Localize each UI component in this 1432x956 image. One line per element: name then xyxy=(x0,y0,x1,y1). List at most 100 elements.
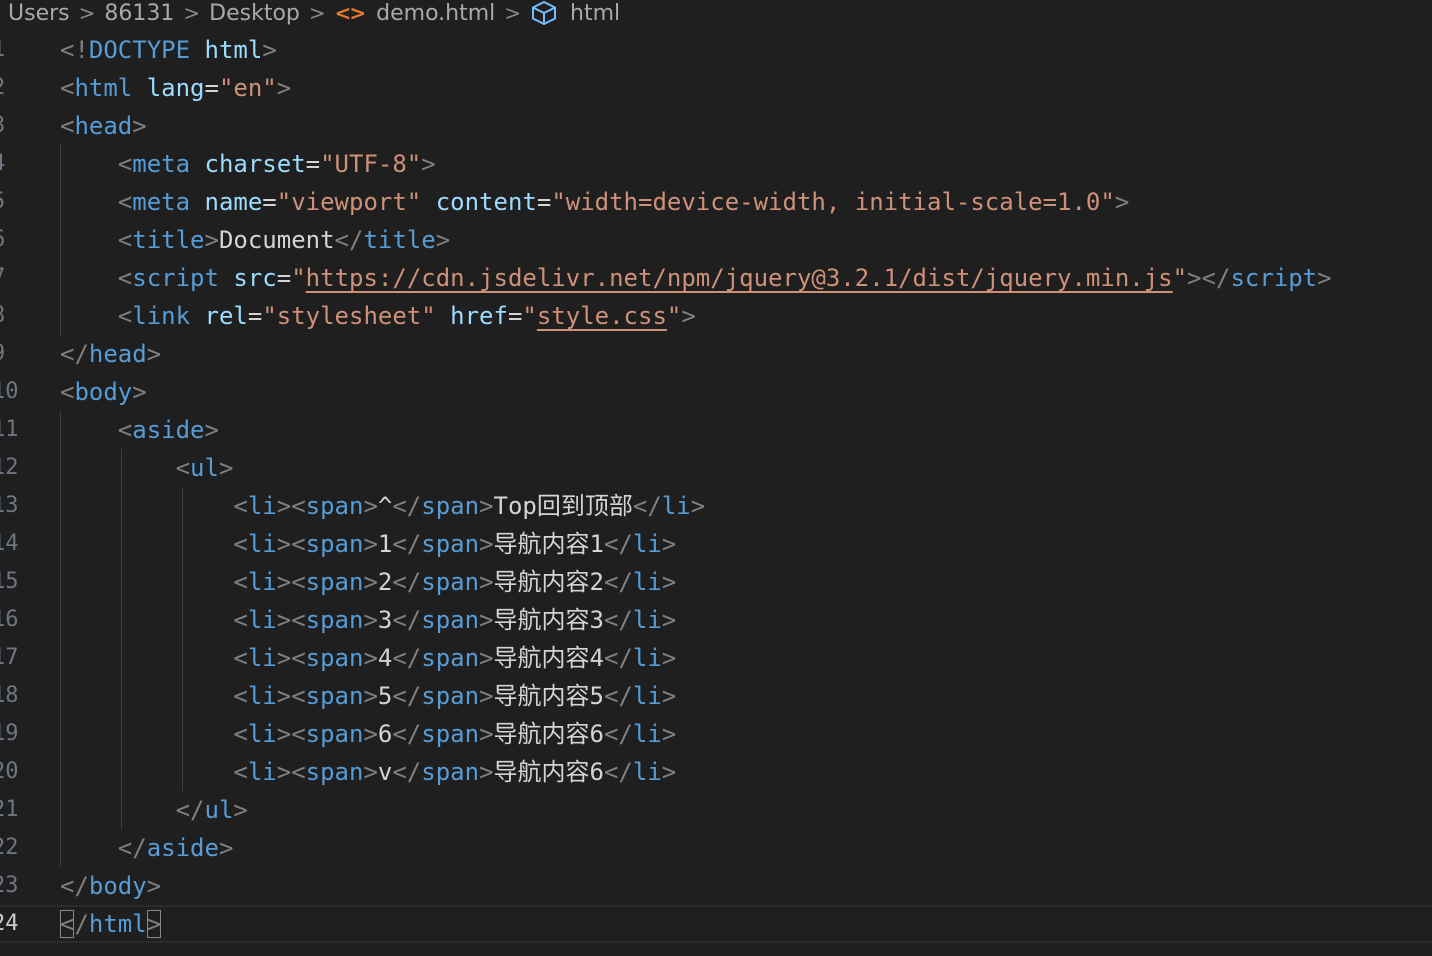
equals-token: = xyxy=(276,264,292,292)
string-token: "width=device-width, initial-scale=1.0" xyxy=(551,188,1115,216)
line-number: 5 xyxy=(0,183,12,221)
string-token: "stylesheet" xyxy=(262,302,436,330)
tag-name-token: li xyxy=(247,492,277,520)
text-token: 导航内容3 xyxy=(493,606,604,634)
punctuation-token: > xyxy=(479,530,494,558)
attribute-token: html xyxy=(204,36,263,64)
tag-name-token: span xyxy=(305,682,364,710)
code-line[interactable]: 10 <body> xyxy=(0,373,1432,411)
breadcrumb-label: 86131 xyxy=(104,0,175,26)
code-line[interactable]: 12 <ul> xyxy=(0,449,1432,487)
code-line[interactable]: 6 <title>Document</title> xyxy=(0,221,1432,259)
tag-name-token: ul xyxy=(204,796,234,824)
equals-token: = xyxy=(204,74,219,102)
text-token: v xyxy=(377,758,393,786)
punctuation-token: > xyxy=(1317,264,1332,292)
code-line[interactable]: 1 <!DOCTYPE html> xyxy=(0,31,1432,69)
line-number: 9 xyxy=(0,335,12,373)
code-content: <link rel="stylesheet" href="style.css"> xyxy=(60,297,696,335)
text-token: 导航内容2 xyxy=(493,568,604,596)
matched-bracket: < xyxy=(60,910,75,938)
breadcrumb-label: demo.html xyxy=(376,0,496,26)
punctuation-token: > xyxy=(262,36,277,64)
code-line[interactable]: 3 <head> xyxy=(0,107,1432,145)
line-number: 15 xyxy=(0,569,19,594)
punctuation-token: < xyxy=(233,568,248,596)
breadcrumb-users[interactable]: Users xyxy=(8,1,70,26)
line-number: 23 xyxy=(0,873,19,898)
code-line[interactable]: 13 <li><span>^</span>Top回到顶部</li> xyxy=(0,487,1432,525)
code-line[interactable]: 14 <li><span>1</span>导航内容1</li> xyxy=(0,525,1432,563)
punctuation-token: </ xyxy=(392,606,422,634)
line-number: 2 xyxy=(0,69,12,107)
code-line[interactable]: 9 </head> xyxy=(0,335,1432,373)
code-line[interactable]: 23 </body> xyxy=(0,867,1432,905)
line-number: 18 xyxy=(0,683,19,708)
code-editor[interactable]: 1<!DOCTYPE html>2<html lang="en">3<head>… xyxy=(0,31,1432,956)
tag-name-token: head xyxy=(74,112,133,140)
code-line[interactable]: 16 <li><span>3</span>导航内容3</li> xyxy=(0,601,1432,639)
code-line[interactable]: 18 <li><span>5</span>导航内容5</li> xyxy=(0,677,1432,715)
string-token: "UTF-8" xyxy=(320,150,422,178)
punctuation-token: </ xyxy=(603,568,633,596)
attribute-token: content xyxy=(435,188,537,216)
tag-name-token: body xyxy=(74,378,133,406)
code-content: <aside> xyxy=(60,411,219,449)
cube-icon xyxy=(530,0,558,26)
tag-name-token: span xyxy=(305,492,364,520)
punctuation-token: > xyxy=(233,796,248,824)
tag-name-token: li xyxy=(247,758,277,786)
tag-name-token: li xyxy=(247,644,277,672)
tag-name-token: script xyxy=(132,264,219,292)
code-line[interactable]: 19 <li><span>6</span>导航内容6</li> xyxy=(0,715,1432,753)
code-content: <li><span>6</span>导航内容6</li> xyxy=(60,715,676,753)
code-line[interactable]: 22 </aside> xyxy=(0,829,1432,867)
text-token: ^ xyxy=(377,492,393,520)
tag-name-token: li xyxy=(661,492,691,520)
code-line[interactable]: 21 </ul> xyxy=(0,791,1432,829)
code-line[interactable]: 7 <script src="https://cdn.jsdelivr.net/… xyxy=(0,259,1432,297)
equals-token: = xyxy=(536,188,552,216)
breadcrumb-desktop[interactable]: Desktop xyxy=(209,1,300,26)
code-content: <script src="https://cdn.jsdelivr.net/np… xyxy=(60,259,1332,297)
equals-token: = xyxy=(305,150,321,178)
code-line[interactable]: 2 <html lang="en"> xyxy=(0,69,1432,107)
string-token: "viewport" xyxy=(276,188,422,216)
code-line[interactable]: 24 </html> xyxy=(0,905,1432,943)
punctuation-token: > xyxy=(661,530,677,558)
punctuation-token: > xyxy=(661,606,677,634)
punctuation-token: > xyxy=(479,682,494,710)
code-content: <head> xyxy=(60,107,147,145)
tag-name-token: head xyxy=(88,340,147,368)
punctuation-token: > xyxy=(661,568,677,596)
punctuation-token: > xyxy=(661,758,677,786)
code-line[interactable]: 11 <aside> xyxy=(0,411,1432,449)
link-token[interactable]: https://cdn.jsdelivr.net/npm/jquery@3.2.… xyxy=(306,264,1173,292)
code-line[interactable]: 5 <meta name="viewport" content="width=d… xyxy=(0,183,1432,221)
breadcrumb-86131[interactable]: 86131 xyxy=(104,1,174,26)
breadcrumb-symbol[interactable]: html xyxy=(530,0,620,26)
text-token: Top回到顶部 xyxy=(493,492,633,520)
tag-name-token: span xyxy=(421,758,480,786)
code-line[interactable]: 4 <meta charset="UTF-8"> xyxy=(0,145,1432,183)
tag-name-token: li xyxy=(247,682,277,710)
code-line[interactable]: 15 <li><span>2</span>导航内容2</li> xyxy=(0,563,1432,601)
code-line[interactable]: 20 <li><span>v</span>导航内容6</li> xyxy=(0,753,1432,791)
punctuation-token: </ xyxy=(603,682,633,710)
punctuation-token: > xyxy=(479,606,494,634)
line-number: 10 xyxy=(0,379,19,404)
link-token[interactable]: style.css xyxy=(537,302,667,330)
code-content: <meta name="viewport" content="width=dev… xyxy=(60,183,1130,221)
code-line[interactable]: 8 <link rel="stylesheet" href="style.css… xyxy=(0,297,1432,335)
punctuation-token: > xyxy=(479,758,494,786)
line-number: 11 xyxy=(0,417,19,442)
tag-name-token: li xyxy=(632,568,662,596)
breadcrumb-file[interactable]: <> demo.html xyxy=(335,1,496,26)
tag-name-token: span xyxy=(305,530,364,558)
code-line[interactable]: 17 <li><span>4</span>导航内容4</li> xyxy=(0,639,1432,677)
